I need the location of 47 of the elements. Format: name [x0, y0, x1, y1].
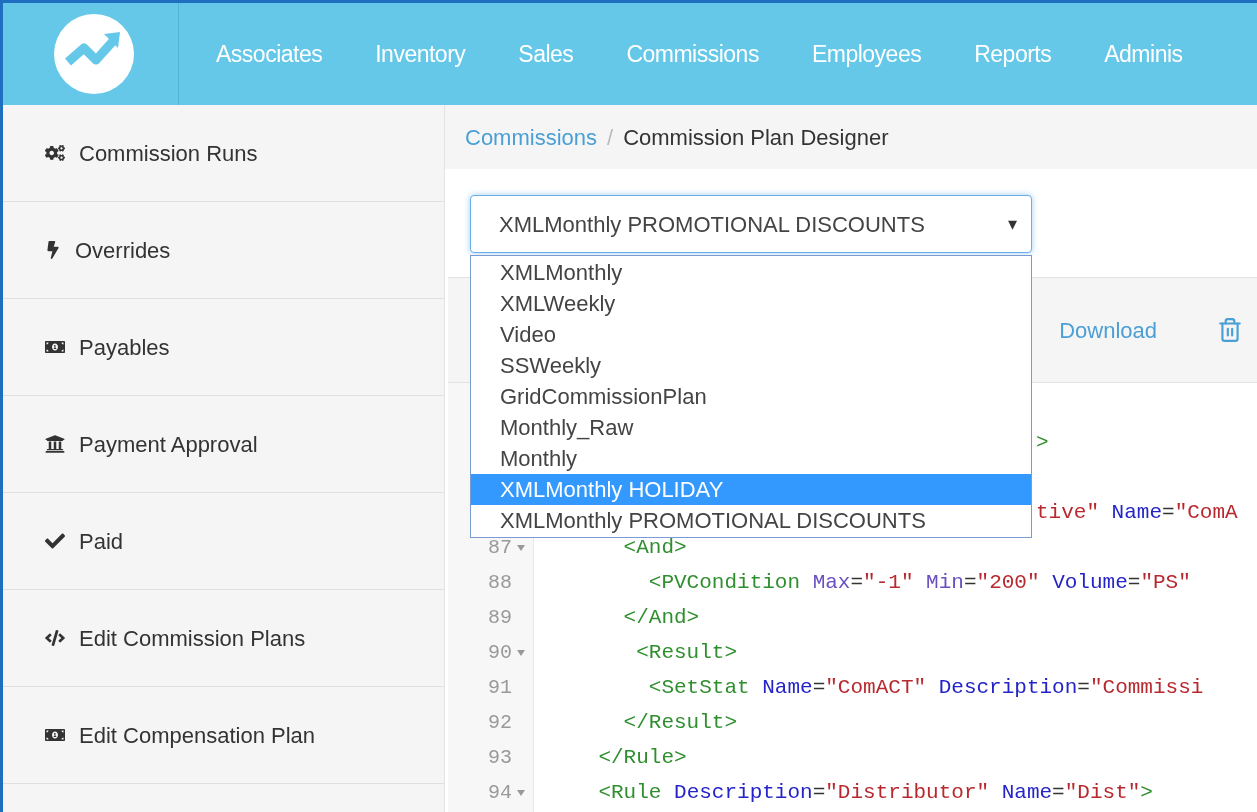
dropdown-option[interactable]: GridCommissionPlan: [471, 381, 1031, 412]
fold-caret-icon[interactable]: [517, 649, 525, 656]
line-number: 88: [488, 569, 512, 596]
sidebar-item[interactable]: Paid: [3, 493, 444, 590]
code-line: <SetStat Name="ComACT" Description="Commissi: [647, 674, 1204, 701]
sidebar-item[interactable]: Overrides: [3, 202, 444, 299]
sidebar-item[interactable]: Edit Commission Plans: [3, 590, 444, 687]
dropdown-option[interactable]: XMLWeekly: [471, 288, 1031, 319]
dropdown-option[interactable]: XMLMonthly: [471, 257, 1031, 288]
code-line: <Rule Description="Distributor" Name="Dist">: [597, 779, 1153, 806]
code-line: </Rule>: [597, 744, 687, 771]
check-icon: [45, 531, 65, 551]
code-line: <And>: [622, 534, 687, 561]
sidebar-item[interactable]: Payables: [3, 299, 444, 396]
fold-caret-icon[interactable]: [517, 789, 525, 796]
code-line: tive" Name="ComA: [1036, 499, 1238, 526]
code-icon: [45, 628, 65, 648]
code-line: <PVCondition Max="-1" Min="200" Volume="PS": [647, 569, 1191, 596]
code-line: >: [1036, 429, 1049, 456]
lightning-icon: [45, 241, 61, 259]
fold-caret-icon[interactable]: [517, 544, 525, 551]
sidebar-item[interactable]: Commission Runs: [3, 105, 444, 202]
breadcrumb-separator: /: [607, 123, 614, 152]
line-number: 87: [488, 534, 512, 561]
dropdown-option[interactable]: SSWeekly: [471, 350, 1031, 381]
line-number: 92: [488, 709, 512, 736]
sidebar-item[interactable]: Payment Approval: [3, 396, 444, 493]
line-number: 94: [488, 779, 512, 806]
dropdown-option[interactable]: Monthly: [471, 443, 1031, 474]
line-number: 89: [488, 604, 512, 631]
code-line: <Result>: [635, 639, 738, 666]
sidebar-item[interactable]: Edit Compensation Plan: [3, 687, 444, 784]
dropdown-option[interactable]: Monthly_Raw: [471, 412, 1031, 443]
dropdown-option[interactable]: XMLMonthly PROMOTIONAL DISCOUNTS: [471, 505, 1031, 536]
code-line: </And>: [622, 604, 700, 631]
dropdown-option[interactable]: Video: [471, 319, 1031, 350]
line-number: 90: [488, 639, 512, 666]
caret-icon: ▾: [1008, 210, 1017, 238]
bank-icon: [45, 434, 65, 454]
trash-icon: [1217, 317, 1243, 343]
plan-select[interactable]: XMLMonthly PROMOTIONAL DISCOUNTS ▾: [470, 195, 1032, 253]
gears-icon: [45, 143, 65, 163]
line-number: 91: [488, 674, 512, 701]
line-number: 93: [488, 744, 512, 771]
breadcrumb-current: Commission Plan Designer: [623, 123, 889, 152]
logo-icon: [54, 14, 134, 94]
code-line: </Result>: [622, 709, 738, 736]
